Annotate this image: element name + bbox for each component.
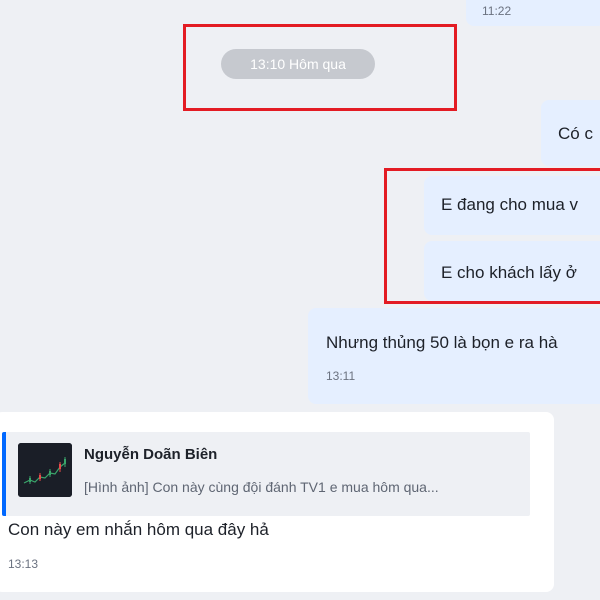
message-time: 13:13 [8,557,39,571]
candlestick-chart-icon [18,443,72,497]
scrollbar[interactable] [596,0,600,600]
message-bubble-outgoing[interactable]: Có c [541,100,600,166]
message-text: Có c [558,124,593,143]
message-text: Nhưng thủng 50 là bọn e ra hà [326,333,558,352]
quoted-message[interactable]: Nguyễn Doãn Biên [Hình ảnh] Con này cùng… [2,432,530,516]
quoted-sender-name: Nguyễn Doãn Biên [84,446,218,463]
message-bubble-outgoing[interactable]: Nhưng thủng 50 là bọn e ra hà 13:11 [308,308,600,404]
message-time: 11:22 [482,4,512,18]
message-bubble-incoming[interactable]: Nguyễn Doãn Biên [Hình ảnh] Con này cùng… [0,412,554,592]
red-highlight-box [183,24,457,111]
message-bubble-outgoing[interactable]: 11:22 [466,0,600,26]
quoted-message-preview: [Hình ảnh] Con này cùng đội đánh TV1 e m… [84,479,439,495]
message-text: Con này em nhắn hôm qua đây hả [8,520,269,539]
message-time: 13:11 [326,369,356,383]
candlestick-chart-thumbnail-icon[interactable] [18,443,72,497]
chat-viewport[interactable]: 11:22 13:10 Hôm qua Có c E đang cho mua … [0,0,600,600]
red-highlight-box [384,168,600,304]
